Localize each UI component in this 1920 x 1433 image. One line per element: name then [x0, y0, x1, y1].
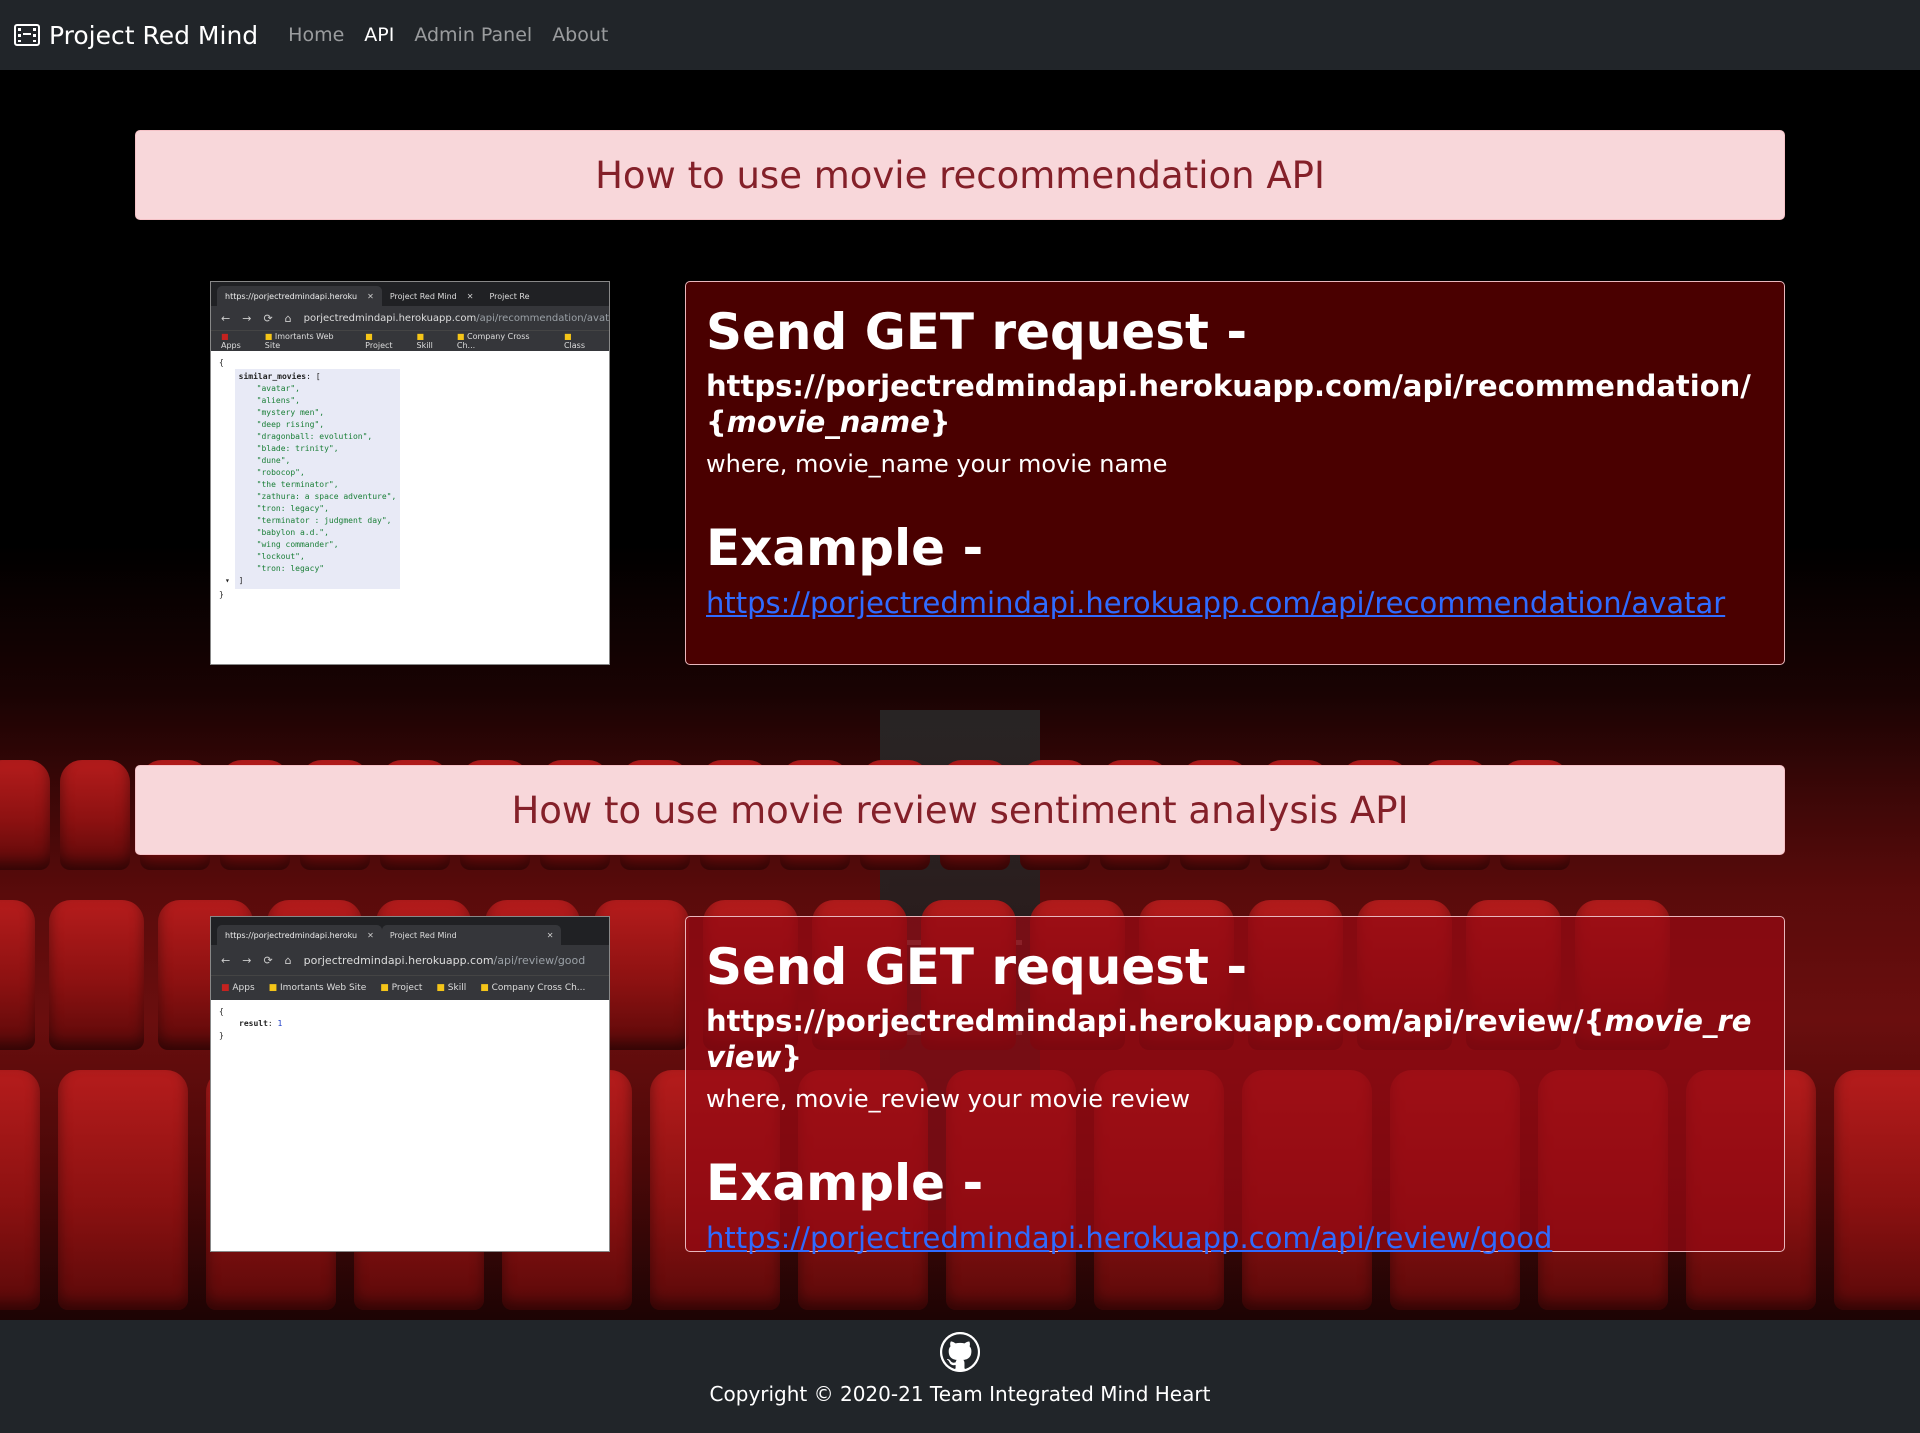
param-description: where, movie_review your movie review — [706, 1085, 1190, 1113]
json-list-value: "lockout", — [256, 552, 305, 561]
cinema-seat — [49, 900, 144, 1050]
brand-name: Project Red Mind — [49, 20, 259, 50]
footer: Copyright © 2020-21 Team Integrated Mind… — [0, 1320, 1920, 1433]
section-title-recommendation: How to use movie recommendation API — [135, 130, 1785, 220]
browser-tab: https://porjectredmindapi.heroku ✕ — [217, 925, 382, 945]
json-response: { ▾ similar_movies: ["avatar", "aliens", "… — [211, 351, 609, 607]
nav-link-api[interactable]: API — [364, 24, 394, 46]
json-list-value: "tron: legacy" — [256, 564, 325, 573]
browser-tab: Project Red Mind ✕ — [389, 291, 474, 301]
json-list-value: "mystery men", — [256, 408, 325, 417]
copyright-text: Copyright © 2020-21 Team Integrated Mind… — [709, 1382, 1211, 1406]
browser-tab: Project Red Mind ✕ — [381, 925, 562, 945]
example-heading: Example - — [706, 1154, 984, 1212]
browser-address-bar: ← → ⟳ ⌂ porjectredmindapi.herokuapp.com/api… — [211, 945, 609, 975]
example-link[interactable]: https://porjectredmindapi.herokuapp.com/… — [706, 1221, 1764, 1255]
send-request-heading: Send GET request - — [706, 938, 1248, 996]
json-list-value: "terminator : judgment day", — [256, 516, 392, 525]
param-description: where, movie_name your movie name — [706, 450, 1168, 478]
top-navbar: Project Red Mind Home API Admin Panel Ab… — [0, 0, 1920, 70]
request-url: https://porjectredmindapi.herokuapp.com/… — [706, 369, 1751, 439]
nav-link-about[interactable]: About — [552, 24, 608, 46]
cinema-seat — [60, 760, 130, 870]
request-url: https://porjectredmindapi.herokuapp.com/… — [706, 1004, 1752, 1074]
example-heading: Example - — [706, 519, 984, 577]
cinema-seat — [58, 1070, 188, 1310]
browser-tabs: https://porjectredmindapi.heroku ✕ Projec… — [211, 917, 609, 945]
json-list-value: "robocop", — [256, 468, 305, 477]
cinema-seat — [0, 900, 35, 1050]
browser-address-bar: ← → ⟳ ⌂ porjectredmindapi.herokuapp.com/api… — [211, 306, 609, 330]
browser-bookmarks: Apps Imortants Web Site Project Skill Co… — [211, 330, 609, 351]
recommendation-instructions-card: Send GET request - https://porjectredmin… — [685, 281, 1785, 665]
json-list-value: "tron: legacy", — [256, 504, 329, 513]
send-request-heading: Send GET request - — [706, 303, 1248, 361]
json-list-value: "dragonball: evolution", — [256, 432, 373, 441]
json-list-value: "aliens", — [256, 396, 300, 405]
review-screenshot: https://porjectredmindapi.heroku ✕ Projec… — [210, 916, 610, 1252]
json-response: { result: 1 } — [219, 1007, 283, 1040]
json-list-value: "the terminator", — [256, 480, 339, 489]
cinema-seat — [0, 760, 50, 870]
nav-link-home[interactable]: Home — [288, 24, 344, 46]
recommendation-screenshot: https://porjectredmindapi.heroku ✕ Projec… — [210, 281, 610, 665]
browser-bookmarks: Apps Imortants Web Site Project Skill Co… — [211, 975, 609, 1000]
json-list-value: "wing commander", — [256, 540, 339, 549]
brand-link[interactable]: Project Red Mind — [14, 21, 258, 50]
review-instructions-card: Send GET request - https://porjectredmin… — [685, 916, 1785, 1255]
json-list-value: "deep rising", — [256, 420, 325, 429]
json-list-value: "babylon a.d.", — [256, 528, 329, 537]
section-title-review: How to use movie review sentiment analys… — [135, 765, 1785, 855]
browser-tabs: https://porjectredmindapi.heroku ✕ Projec… — [211, 282, 609, 306]
json-list-value: "avatar", — [256, 384, 300, 393]
browser-tab: https://porjectredmindapi.heroku ✕ — [217, 286, 382, 306]
film-icon — [14, 24, 40, 46]
github-icon[interactable] — [940, 1332, 980, 1372]
json-list-value: "dune", — [256, 456, 291, 465]
json-list-value: "zathura: a space adventure", — [256, 492, 397, 501]
nav-link-admin-panel[interactable]: Admin Panel — [414, 24, 532, 46]
json-list-value: "blade: trinity", — [256, 444, 339, 453]
cinema-seat — [1834, 1070, 1920, 1310]
cinema-seat — [0, 1070, 40, 1310]
example-link[interactable]: https://porjectredmindapi.herokuapp.com/… — [706, 586, 1764, 620]
browser-tab: Project Re — [489, 291, 530, 301]
